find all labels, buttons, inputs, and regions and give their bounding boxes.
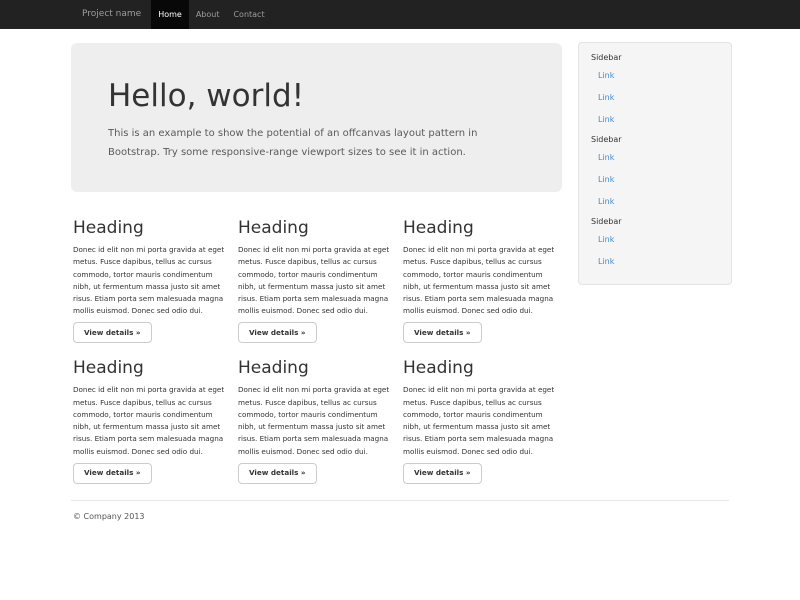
content-card: Heading Donec id elit non mi porta gravi…: [238, 358, 390, 483]
copyright-text: © Company 2013: [73, 512, 740, 521]
content-card: Heading Donec id elit non mi porta gravi…: [73, 358, 225, 483]
view-details-button[interactable]: View details »: [238, 463, 317, 484]
card-body-text: Donec id elit non mi porta gravida at eg…: [403, 384, 555, 458]
card-body-text: Donec id elit non mi porta gravida at eg…: [73, 244, 225, 318]
nav-item: About: [189, 0, 227, 29]
sidebar-group-heading: Sidebar: [591, 51, 719, 64]
sidebar-link[interactable]: Link: [591, 228, 719, 250]
content-card: Heading Donec id elit non mi porta gravi…: [403, 358, 555, 483]
card-body-text: Donec id elit non mi porta gravida at eg…: [403, 244, 555, 318]
sidebar-group-heading: Sidebar: [591, 133, 719, 146]
card-heading: Heading: [238, 358, 390, 378]
content-card: Heading Donec id elit non mi porta gravi…: [238, 218, 390, 343]
card-heading: Heading: [403, 218, 555, 238]
sidebar-link[interactable]: Link: [591, 250, 719, 272]
nav-link-about[interactable]: About: [189, 0, 227, 29]
navbar-inner: Project name Home About Contact: [60, 0, 740, 29]
card-heading: Heading: [403, 358, 555, 378]
footer-divider: [71, 500, 729, 501]
content-card: Heading Donec id elit non mi porta gravi…: [403, 218, 555, 343]
sidebar-link[interactable]: Link: [591, 64, 719, 86]
navbar-brand[interactable]: Project name: [60, 0, 141, 29]
sidebar-link[interactable]: Link: [591, 190, 719, 212]
card-heading: Heading: [73, 358, 225, 378]
card-heading: Heading: [238, 218, 390, 238]
card-body-text: Donec id elit non mi porta gravida at eg…: [238, 244, 390, 318]
sidebar-link[interactable]: Link: [591, 108, 719, 130]
main-column: Hello, world! This is an example to show…: [60, 29, 571, 484]
nav-link-home[interactable]: Home: [151, 0, 189, 29]
sidebar-link[interactable]: Link: [591, 86, 719, 108]
card-heading: Heading: [73, 218, 225, 238]
page-title: Hello, world!: [108, 79, 525, 113]
nav-link-contact[interactable]: Contact: [226, 0, 271, 29]
card-body-text: Donec id elit non mi porta gravida at eg…: [73, 384, 225, 458]
view-details-button[interactable]: View details »: [403, 322, 482, 343]
sidebar-link[interactable]: Link: [591, 168, 719, 190]
page-container: Hello, world! This is an example to show…: [60, 29, 740, 521]
content-row: Hello, world! This is an example to show…: [60, 29, 740, 484]
sidebar: Sidebar Link Link Link Sidebar Link Link…: [578, 42, 732, 285]
navbar: Project name Home About Contact: [0, 0, 800, 29]
nav-item: Home: [151, 0, 189, 29]
cards-row-2: Heading Donec id elit non mi porta gravi…: [60, 358, 571, 483]
jumbotron-description: This is an example to show the potential…: [108, 125, 525, 162]
view-details-button[interactable]: View details »: [403, 463, 482, 484]
jumbotron: Hello, world! This is an example to show…: [71, 43, 562, 192]
sidebar-link[interactable]: Link: [591, 146, 719, 168]
content-card: Heading Donec id elit non mi porta gravi…: [73, 218, 225, 343]
sidebar-group-heading: Sidebar: [591, 215, 719, 228]
view-details-button[interactable]: View details »: [73, 322, 152, 343]
nav-item: Contact: [226, 0, 271, 29]
navbar-menu: Home About Contact: [151, 0, 271, 29]
card-body-text: Donec id elit non mi porta gravida at eg…: [238, 384, 390, 458]
view-details-button[interactable]: View details »: [238, 322, 317, 343]
view-details-button[interactable]: View details »: [73, 463, 152, 484]
footer: © Company 2013: [60, 512, 740, 521]
cards-row-1: Heading Donec id elit non mi porta gravi…: [60, 218, 571, 343]
